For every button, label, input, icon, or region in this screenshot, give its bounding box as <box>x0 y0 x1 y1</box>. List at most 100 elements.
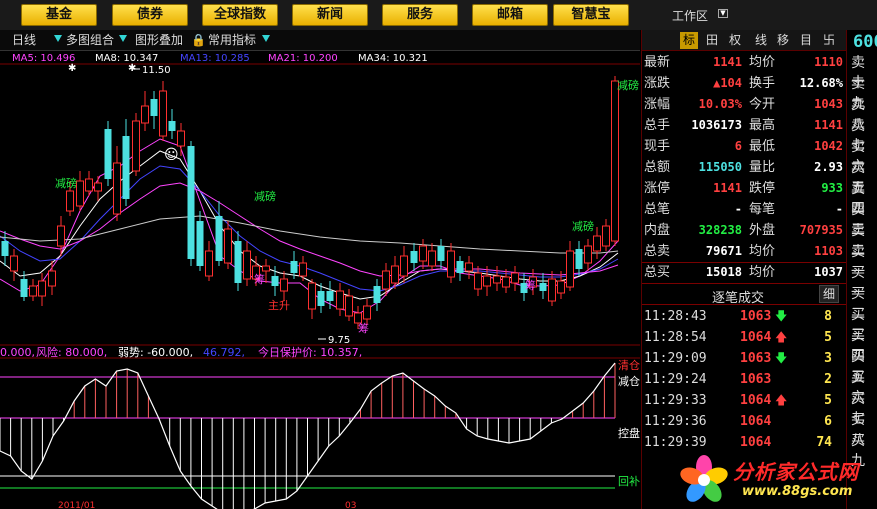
quote-label: 总额 <box>644 160 671 175</box>
candle-body <box>57 225 65 247</box>
trade-time: 11:28:54 <box>644 330 707 345</box>
candle-body <box>602 225 610 247</box>
quote-label: 每笔 <box>749 202 776 217</box>
trades-detail-button[interactable]: 细 <box>819 285 839 303</box>
quote-value: 933 <box>821 181 843 195</box>
common-indicators-button[interactable]: 常用指标 <box>208 32 256 48</box>
tab-quote[interactable]: 标 <box>680 32 698 49</box>
quote-label: 总笔 <box>644 202 671 217</box>
trade-row: 11:28:43 1063 🡇 8 <box>642 306 846 327</box>
menu-global-index-button[interactable]: 全球指数 <box>202 4 278 26</box>
candle-body <box>317 291 325 306</box>
dropdown-arrow-icon[interactable]: ▼ <box>718 9 728 18</box>
stock-code[interactable]: 600 <box>853 32 877 52</box>
period-selector[interactable]: 日线 <box>12 32 36 48</box>
quote-value: 12.68% <box>799 76 843 90</box>
candle-body <box>271 276 279 286</box>
trade-row: 11:29:33 1064 🡅 5 <box>642 390 846 411</box>
indicators-dropdown-icon[interactable] <box>262 35 270 42</box>
tab-catalog[interactable]: 目 <box>797 32 815 49</box>
ma21-label: MA21: 10.200 <box>268 53 338 64</box>
high-price-label: 11.50 <box>142 65 171 76</box>
trade-price: 1063 <box>740 351 772 366</box>
ma21-line <box>0 182 619 277</box>
lock-icon[interactable]: 🔒 <box>191 32 206 48</box>
tab-line[interactable]: 线 <box>752 32 770 49</box>
workspace-menu[interactable]: 工作区 <box>672 7 708 24</box>
trade-row: 11:29:36 1064 6 <box>642 411 846 432</box>
candle-body <box>85 178 93 192</box>
candle-body <box>575 249 583 269</box>
quote-label: 涨幅 <box>644 97 671 112</box>
top-menu-bar: 基金 债券 全球指数 新闻 服务 邮箱 智慧宝 工作区 ▼ <box>0 0 877 30</box>
menu-service-button[interactable]: 服务 <box>382 4 458 26</box>
quote-value: 328238 <box>698 223 742 237</box>
ma13-label: MA13: 10.285 <box>180 53 250 64</box>
trade-time: 11:28:43 <box>644 309 707 324</box>
candle-body <box>410 251 418 263</box>
quote-row: 涨停 1141 跌停 933 <box>642 178 846 199</box>
quote-row: 总买 15018 均价 1037 <box>642 262 846 283</box>
candle-body <box>437 246 445 261</box>
date-label-0: 2011/01 <box>58 501 95 509</box>
arrow-down-icon: 🡇 <box>775 351 788 365</box>
multi-chart-button[interactable]: 多图组合 <box>66 32 114 48</box>
menu-news-button[interactable]: 新闻 <box>292 4 368 26</box>
candle-body <box>113 162 121 215</box>
menu-bond-button[interactable]: 债券 <box>112 4 188 26</box>
quote-value: 1042 <box>814 139 843 153</box>
trades-header: 逐笔成交 细 <box>642 283 846 306</box>
arrow-up-icon: 🡅 <box>775 393 788 407</box>
candle-body <box>224 228 232 264</box>
quote-label: 总卖 <box>644 244 671 259</box>
candle-body <box>391 265 399 284</box>
period-dropdown-icon[interactable] <box>54 35 62 42</box>
quote-label: 最高 <box>749 118 776 133</box>
candle-body <box>177 130 185 147</box>
quote-label: 现手 <box>644 139 671 154</box>
date-label-1: 03 <box>345 501 356 509</box>
menu-zhihuibao-button[interactable]: 智慧宝 <box>553 4 629 26</box>
quote-label: 量比 <box>749 160 776 175</box>
tab-rights[interactable]: 权 <box>726 32 744 49</box>
candle-body <box>428 250 436 267</box>
overlay-button[interactable]: 图形叠加 <box>135 32 183 48</box>
candle-body <box>363 305 371 320</box>
candle-body <box>76 180 84 207</box>
quote-label: 跌停 <box>749 181 776 196</box>
kline-chart[interactable]: MA5: 10.496 MA8: 10.347 MA13: 10.285 MA2… <box>0 51 640 509</box>
tab-move[interactable]: 移 <box>774 32 792 49</box>
zhusheng-label: 主升 <box>268 299 290 312</box>
sub-legend-value: 46.792, <box>203 346 245 359</box>
candle-body <box>141 105 149 124</box>
candle-body <box>373 286 381 303</box>
watermark: 分析家公式网 www.88gs.com <box>676 452 876 509</box>
qingcang-label: 清仓 <box>618 358 640 372</box>
candle-body <box>29 285 37 297</box>
trade-time: 11:29:36 <box>644 414 707 429</box>
candle-body <box>66 190 74 212</box>
tab-play-icon[interactable]: 卐 <box>820 32 838 49</box>
tab-grid-icon[interactable]: 田 <box>703 32 721 49</box>
multi-chart-dropdown-icon[interactable] <box>119 35 127 42</box>
candle-body <box>243 250 251 280</box>
jianbang-label-4: 减磅 <box>617 78 639 92</box>
candle-body <box>447 250 455 278</box>
candle-body <box>48 270 56 287</box>
menu-mailbox-button[interactable]: 邮箱 <box>472 4 548 26</box>
menu-fund-button[interactable]: 基金 <box>21 4 97 26</box>
ma34-label: MA34: 10.321 <box>358 53 428 64</box>
candle-body <box>262 265 270 272</box>
sub-chart-legend: 0.000, 风险: 80.000, 弱势: -60.000, 46.792, … <box>0 345 362 359</box>
candle-body <box>94 182 102 192</box>
candle-body <box>456 261 464 273</box>
watermark-url: www.88gs.com <box>742 484 853 499</box>
ma34-line <box>0 215 619 254</box>
candle-body <box>336 290 344 310</box>
trade-row: 11:29:24 1063 2 <box>642 369 846 390</box>
candle-body <box>168 121 176 131</box>
quote-value: ▲104 <box>713 76 742 90</box>
trade-volume: 5 <box>824 393 832 408</box>
sub-chart-labels: 清仓 减仓 控盘 回补 <box>618 358 640 488</box>
candle-body <box>483 275 491 287</box>
